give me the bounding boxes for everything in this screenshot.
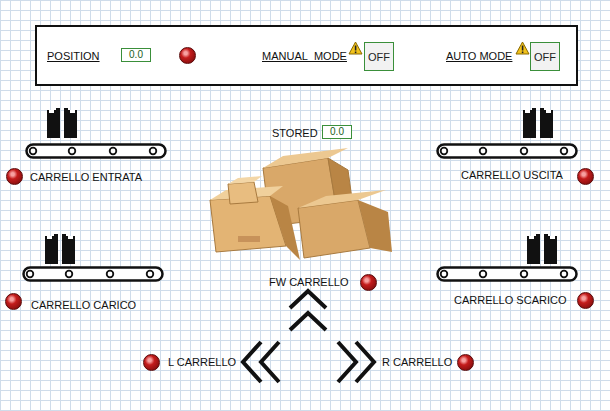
led-indicator bbox=[360, 274, 377, 291]
conveyor-icon bbox=[25, 143, 167, 159]
button-label: OFF bbox=[534, 51, 556, 63]
button-label: OFF bbox=[368, 51, 390, 63]
left-chevron-icon[interactable] bbox=[239, 339, 283, 385]
cart-label: CARRELLO USCITA bbox=[461, 168, 563, 182]
stored-label: STORED bbox=[272, 126, 318, 140]
position-label: POSITION bbox=[47, 49, 100, 63]
led-indicator bbox=[457, 354, 474, 371]
cart-icon bbox=[45, 234, 75, 264]
value-display: 0.0 bbox=[121, 48, 151, 62]
cart-icon bbox=[527, 234, 557, 264]
led-indicator bbox=[5, 293, 22, 310]
cart-label: CARRELLO ENTRATA bbox=[30, 170, 142, 184]
led-indicator bbox=[6, 168, 23, 185]
manual-mode-label: MANUAL_MODE bbox=[262, 49, 347, 63]
conveyor-icon bbox=[436, 266, 578, 282]
warning-icon bbox=[348, 41, 363, 55]
led-indicator bbox=[577, 168, 594, 185]
right-chevron-icon[interactable] bbox=[334, 339, 378, 385]
boxes-icon bbox=[208, 148, 393, 263]
conveyor-icon bbox=[22, 266, 164, 282]
cart-icon bbox=[47, 108, 77, 138]
cart-label: CARRELLO CARICO bbox=[31, 298, 136, 312]
led-indicator bbox=[143, 354, 160, 371]
up-chevron-icon[interactable] bbox=[286, 286, 330, 334]
control-label: R CARRELLO bbox=[382, 355, 452, 369]
led-indicator bbox=[577, 292, 594, 309]
led-indicator bbox=[179, 47, 196, 64]
warning-icon bbox=[515, 41, 530, 55]
conveyor-icon bbox=[436, 143, 578, 159]
control-label: FW CARRELLO bbox=[269, 275, 348, 289]
auto-mode-label: AUTO MODE bbox=[446, 49, 512, 63]
value-display: 0.0 bbox=[322, 125, 352, 139]
cart-icon bbox=[523, 108, 553, 138]
mode-toggle-button[interactable]: OFF bbox=[364, 42, 394, 71]
mode-toggle-button[interactable]: OFF bbox=[530, 42, 560, 71]
cart-label: CARRELLO SCARICO bbox=[454, 293, 566, 307]
control-label: L CARRELLO bbox=[168, 355, 236, 369]
